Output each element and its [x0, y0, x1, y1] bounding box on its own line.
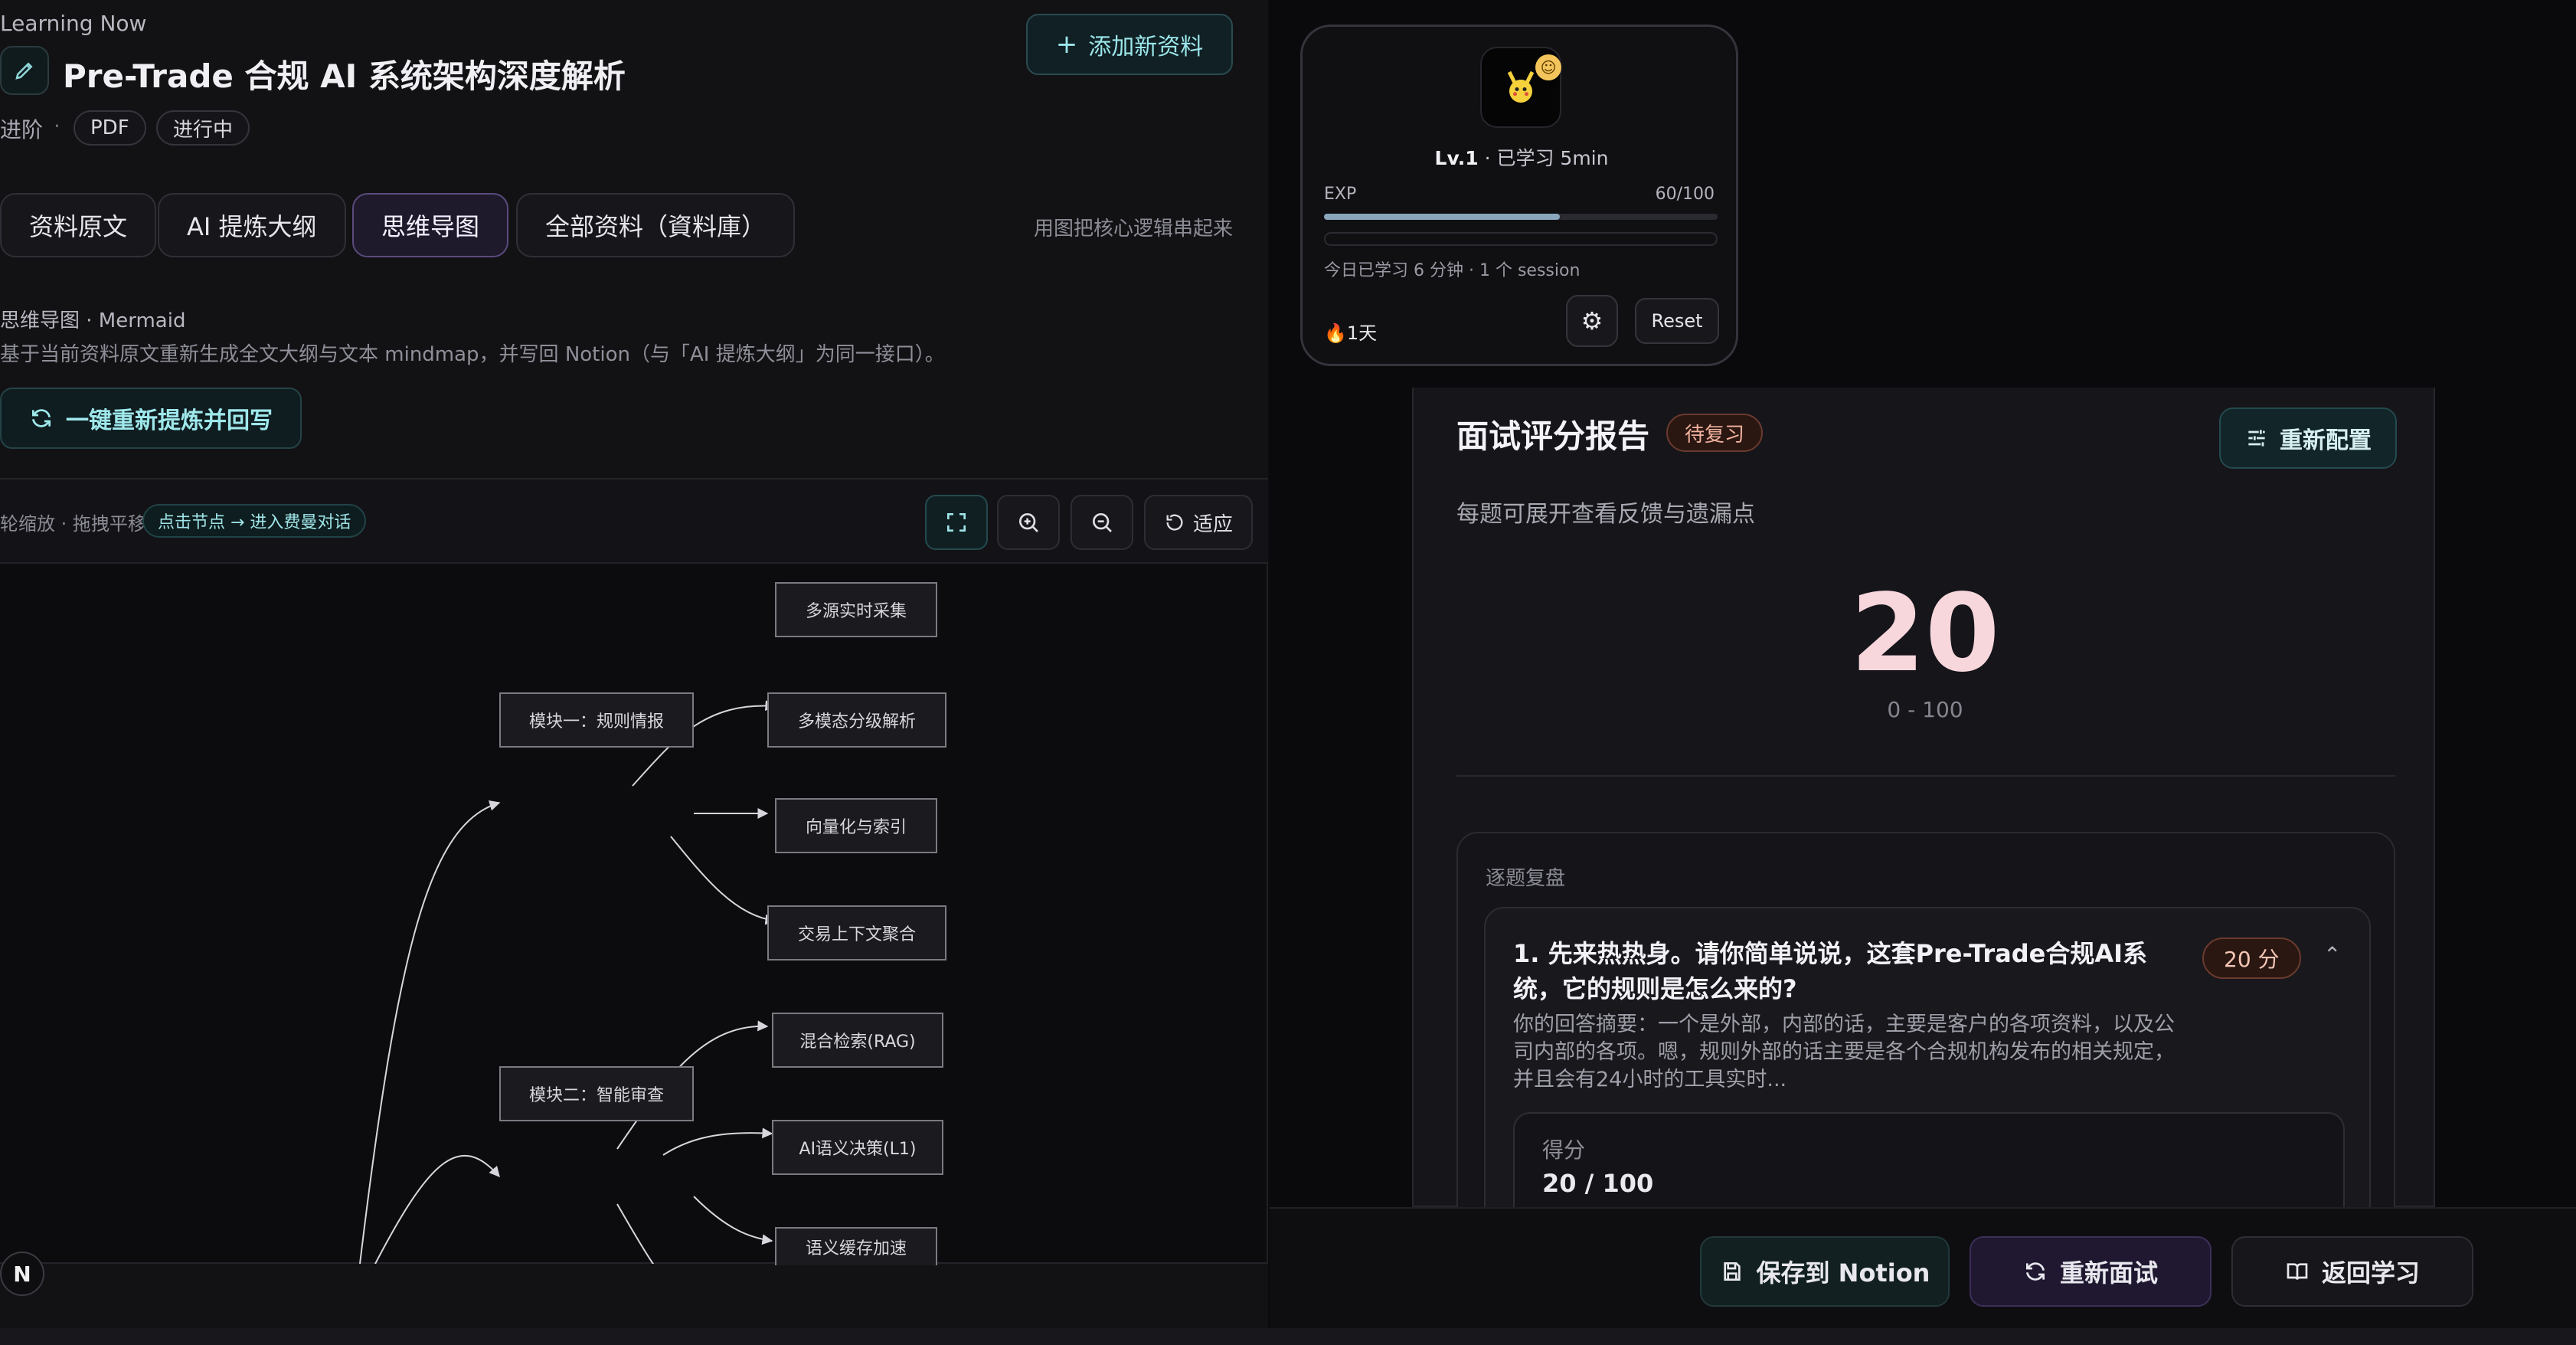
review-section: 逐题复盘 1. 先来热热身。请你简单说说，这套Pre-Trade合规AI系统，它…: [1456, 832, 2395, 1290]
mindmap-section-title: 思维导图 · Mermaid: [0, 309, 186, 332]
reconfigure-label: 重新配置: [2280, 427, 2372, 454]
answer-summary: 你的回答摘要：一个是外部，内部的话，主要是客户的各项资料，以及公司内部的各项。嗯…: [1513, 1013, 2175, 1091]
score-value: 20 / 100: [1542, 1169, 1654, 1198]
sliders-icon: [2248, 430, 2265, 447]
settings-button[interactable]: ⚙: [1566, 295, 1618, 347]
learning-now-label: Learning Now: [0, 11, 147, 36]
session-bar: [1324, 232, 1718, 246]
tab-library[interactable]: 全部资料（資料庫）: [516, 193, 796, 257]
back-to-study-button[interactable]: 返回学习: [2231, 1236, 2473, 1307]
edit-title-button[interactable]: [0, 46, 49, 95]
report-subtitle: 每题可展开查看反馈与遗漏点: [1456, 501, 1755, 528]
mindmap-node[interactable]: 语义缓存加速: [775, 1227, 937, 1265]
mindmap-node[interactable]: 模块一：规则情报: [499, 692, 694, 748]
meta-separator: ·: [54, 113, 60, 139]
refresh-icon: [2025, 1262, 2045, 1281]
mindmap-canvas[interactable]: 轮缩放 · 拖拽平移 点击节点 → 进入费曼对话 适应 模块一：规则情报 多源实…: [0, 478, 1268, 1265]
status-chip: 进行中: [156, 110, 250, 146]
mindmap-node[interactable]: 交易上下文聚合: [767, 905, 946, 960]
study-time: · 已学习 5min: [1484, 147, 1609, 169]
mindmap-node[interactable]: AI语义决策(L1): [772, 1120, 943, 1175]
mindmap-node[interactable]: 多源实时采集: [775, 582, 937, 637]
mindmap-edges: [359, 700, 776, 1264]
exp-bar-fill: [1324, 214, 1561, 220]
add-material-label: 添加新资料: [1088, 34, 1204, 61]
exp-value: 60/100: [1655, 185, 1715, 204]
notion-icon: N: [13, 1261, 31, 1287]
reset-button[interactable]: Reset: [1635, 298, 1719, 344]
mood-emoji-icon: ☺: [1535, 54, 1561, 80]
regenerate-button[interactable]: 一键重新提炼并回写: [0, 388, 302, 449]
exp-bar: [1324, 214, 1718, 220]
edge-m1-m1c: [670, 836, 776, 925]
action-footer: 保存到 Notion 重新面试 返回学习: [1270, 1207, 2576, 1330]
save-icon: [1723, 1262, 1741, 1281]
question-title: 1. 先来热热身。请你简单说说，这套Pre-Trade合规AI系统，它的规则是怎…: [1513, 939, 2148, 1003]
retry-interview-button[interactable]: 重新面试: [1970, 1236, 2212, 1307]
review-title: 逐题复盘: [1486, 867, 1566, 890]
interview-pane: ☺ Lv.1 · 已学习 5min EXP 60/100 今日已学习 6 分钟 …: [1270, 0, 2576, 1345]
today-summary: 今日已学习 6 分钟 · 1 个 session: [1324, 261, 1581, 280]
edge-root-m1: [359, 800, 501, 1264]
mindmap-node[interactable]: 模块二：智能审查: [499, 1066, 694, 1121]
tab-source[interactable]: 资料原文: [0, 193, 157, 257]
canvas-hint: 轮缩放 · 拖拽平移: [0, 513, 146, 535]
mindmap-node[interactable]: 多模态分级解析: [767, 692, 946, 748]
pencil-icon: [15, 62, 33, 80]
back-to-study-label: 返回学习: [2321, 1258, 2420, 1288]
mindmap-node[interactable]: 向量化与索引: [775, 798, 937, 853]
study-pane: Learning Now Pre-Trade 合规 AI 系统架构深度解析 进阶…: [0, 0, 1268, 1345]
streak-label: 🔥1天: [1324, 322, 1378, 344]
zoom-out-button[interactable]: [1071, 495, 1133, 550]
regenerate-label: 一键重新提炼并回写: [66, 407, 273, 434]
page-title: Pre-Trade 合规 AI 系统架构深度解析: [63, 57, 626, 95]
score-range: 0 - 100: [1887, 697, 1963, 722]
notion-button[interactable]: N: [0, 1252, 44, 1296]
plus-icon: +: [1055, 29, 1078, 60]
level-line: Lv.1 · 已学习 5min: [1303, 143, 1741, 171]
gear-icon: ⚙: [1581, 306, 1603, 335]
review-status-badge: 待复习: [1666, 414, 1764, 452]
add-material-button[interactable]: + 添加新资料: [1026, 14, 1233, 75]
feynman-hint-badge: 点击节点 → 进入费曼对话: [142, 504, 367, 538]
tab-mindmap[interactable]: 思维导图: [352, 193, 509, 257]
level-value: Lv.1: [1434, 147, 1479, 169]
mindmap-node[interactable]: 混合检索(RAG): [772, 1013, 943, 1068]
refresh-icon: [32, 409, 51, 427]
divider: [1456, 775, 2395, 777]
tab-outline[interactable]: AI 提炼大纲: [158, 193, 346, 257]
status-strip: [0, 1328, 2576, 1345]
exp-label: EXP: [1324, 185, 1357, 204]
total-score: 20: [1850, 571, 2000, 696]
fullscreen-icon: [947, 513, 966, 532]
question-score-badge: 20 分: [2202, 938, 2301, 979]
report-card: 面试评分报告 待复习 重新配置 每题可展开查看反馈与遗漏点 20 0 - 100…: [1412, 388, 2435, 1290]
fullscreen-button[interactable]: [925, 495, 988, 550]
save-to-notion-label: 保存到 Notion: [1756, 1258, 1930, 1288]
fit-button[interactable]: 适应: [1144, 495, 1253, 550]
difficulty-label: 进阶: [0, 117, 44, 142]
chevron-up-icon[interactable]: ⌃: [2323, 942, 2341, 967]
score-label: 得分: [1542, 1137, 1586, 1163]
report-title: 面试评分报告: [1456, 417, 1650, 455]
edge-m2-m2d: [616, 1203, 655, 1264]
tabs-hint: 用图把核心逻辑串起来: [1033, 218, 1233, 241]
edge-root-m2: [374, 1154, 500, 1264]
retry-interview-label: 重新面试: [2059, 1258, 2158, 1288]
mindmap-section-description: 基于当前资料原文重新生成全文大纲与文本 mindmap，并写回 Notion（与…: [0, 343, 945, 366]
fit-label: 适应: [1192, 512, 1233, 536]
book-icon: [2287, 1263, 2308, 1280]
reconfigure-button[interactable]: 重新配置: [2219, 407, 2397, 469]
edge-m2-m2c: [693, 1196, 773, 1245]
edge-m2-m2b: [662, 1127, 773, 1156]
zoom-in-button[interactable]: [997, 495, 1060, 550]
profile-card: ☺ Lv.1 · 已学习 5min EXP 60/100 今日已学习 6 分钟 …: [1300, 25, 1738, 366]
format-chip: PDF: [74, 110, 146, 146]
reset-view-icon: [1166, 514, 1183, 531]
save-to-notion-button[interactable]: 保存到 Notion: [1700, 1236, 1950, 1307]
zoom-in-icon: [1019, 513, 1038, 532]
canvas-toolbar: 轮缩放 · 拖拽平移 点击节点 → 进入费曼对话 适应: [0, 479, 1268, 564]
zoom-out-icon: [1093, 513, 1112, 532]
